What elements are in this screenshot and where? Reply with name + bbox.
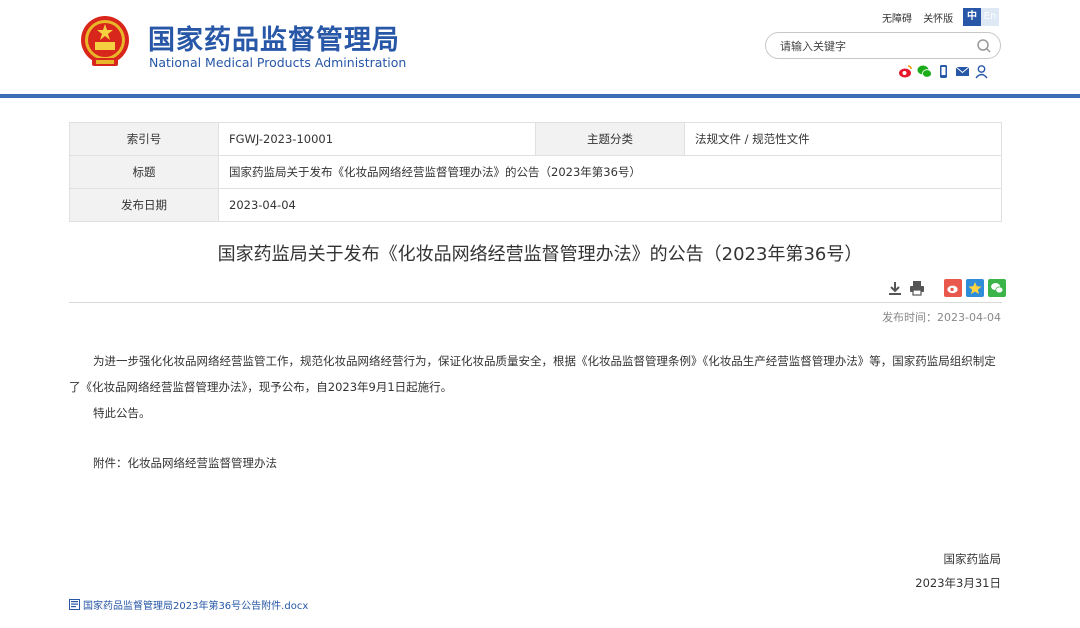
lang-cn-button[interactable]: 中 xyxy=(963,8,981,26)
attachment-file: 国家药品监督管理局2023年第36号公告附件.docx xyxy=(69,597,308,612)
attachment-line: 附件：化妆品网络经营监督管理办法 xyxy=(93,456,277,470)
share-qzone-icon[interactable] xyxy=(966,279,984,297)
user-icon[interactable] xyxy=(974,64,989,79)
download-icon[interactable] xyxy=(886,279,904,297)
mail-icon[interactable] xyxy=(955,64,970,79)
category-value: 法规文件 / 规范性文件 xyxy=(684,122,1002,156)
word-document-icon xyxy=(69,599,80,610)
article-body: 为进一步强化化妆品网络经营监管工作，规范化妆品网络经营行为，保证化妆品质量安全，… xyxy=(69,348,1002,476)
table-row: 发布日期 2023-04-04 xyxy=(69,188,1002,222)
index-label: 索引号 xyxy=(69,122,219,156)
search-box xyxy=(765,32,1001,59)
lang-en-button[interactable]: En xyxy=(981,8,999,26)
site-header: 国家药品监督管理局 National Medical Products Admi… xyxy=(0,0,1080,94)
index-value: FGWJ-2023-10001 xyxy=(218,122,536,156)
table-row: 索引号 FGWJ-2023-10001 主题分类 法规文件 / 规范性文件 xyxy=(69,122,1002,156)
language-switch: 中 En xyxy=(963,8,999,26)
table-row: 标题 国家药监局关于发布《化妆品网络经营监督管理办法》的公告（2023年第36号… xyxy=(69,155,1002,189)
accessibility-link[interactable]: 无障碍 xyxy=(882,14,912,25)
header-divider xyxy=(0,94,1080,98)
body-paragraph: 特此公告。 xyxy=(93,406,151,420)
site-name-cn[interactable]: 国家药品监督管理局 xyxy=(148,18,400,57)
document-meta-table: 索引号 FGWJ-2023-10001 主题分类 法规文件 / 规范性文件 标题… xyxy=(69,122,1002,222)
sign-date: 2023年3月31日 xyxy=(915,576,1001,590)
article-title: 国家药监局关于发布《化妆品网络经营监督管理办法》的公告（2023年第36号） xyxy=(217,244,863,265)
top-links: 无障碍 关怀版 xyxy=(882,10,961,25)
article-tools xyxy=(886,279,1006,297)
share-weibo-icon[interactable] xyxy=(944,279,962,297)
national-emblem-icon xyxy=(81,16,129,66)
print-icon[interactable] xyxy=(908,279,926,297)
care-mode-link[interactable]: 关怀版 xyxy=(923,14,953,25)
category-label: 主题分类 xyxy=(535,122,685,156)
social-links xyxy=(898,64,989,79)
title-label: 标题 xyxy=(69,155,219,189)
title-divider xyxy=(69,302,1002,303)
publish-time: 发布时间：2023-04-04 xyxy=(882,311,1001,324)
mobile-icon[interactable] xyxy=(936,64,951,79)
signer: 国家药监局 xyxy=(943,552,1002,566)
date-label: 发布日期 xyxy=(69,188,219,222)
attachment-file-link[interactable]: 国家药品监督管理局2023年第36号公告附件.docx xyxy=(83,597,308,612)
share-wechat-icon[interactable] xyxy=(988,279,1006,297)
search-icon[interactable] xyxy=(976,38,992,54)
date-value: 2023-04-04 xyxy=(218,188,1002,222)
weibo-icon[interactable] xyxy=(898,64,913,79)
title-value: 国家药监局关于发布《化妆品网络经营监督管理办法》的公告（2023年第36号） xyxy=(218,155,1002,189)
body-paragraph: 为进一步强化化妆品网络经营监管工作，规范化妆品网络经营行为，保证化妆品质量安全，… xyxy=(69,354,996,394)
wechat-icon[interactable] xyxy=(917,64,932,79)
site-name-en[interactable]: National Medical Products Administration xyxy=(149,55,406,70)
search-input[interactable] xyxy=(780,37,970,55)
